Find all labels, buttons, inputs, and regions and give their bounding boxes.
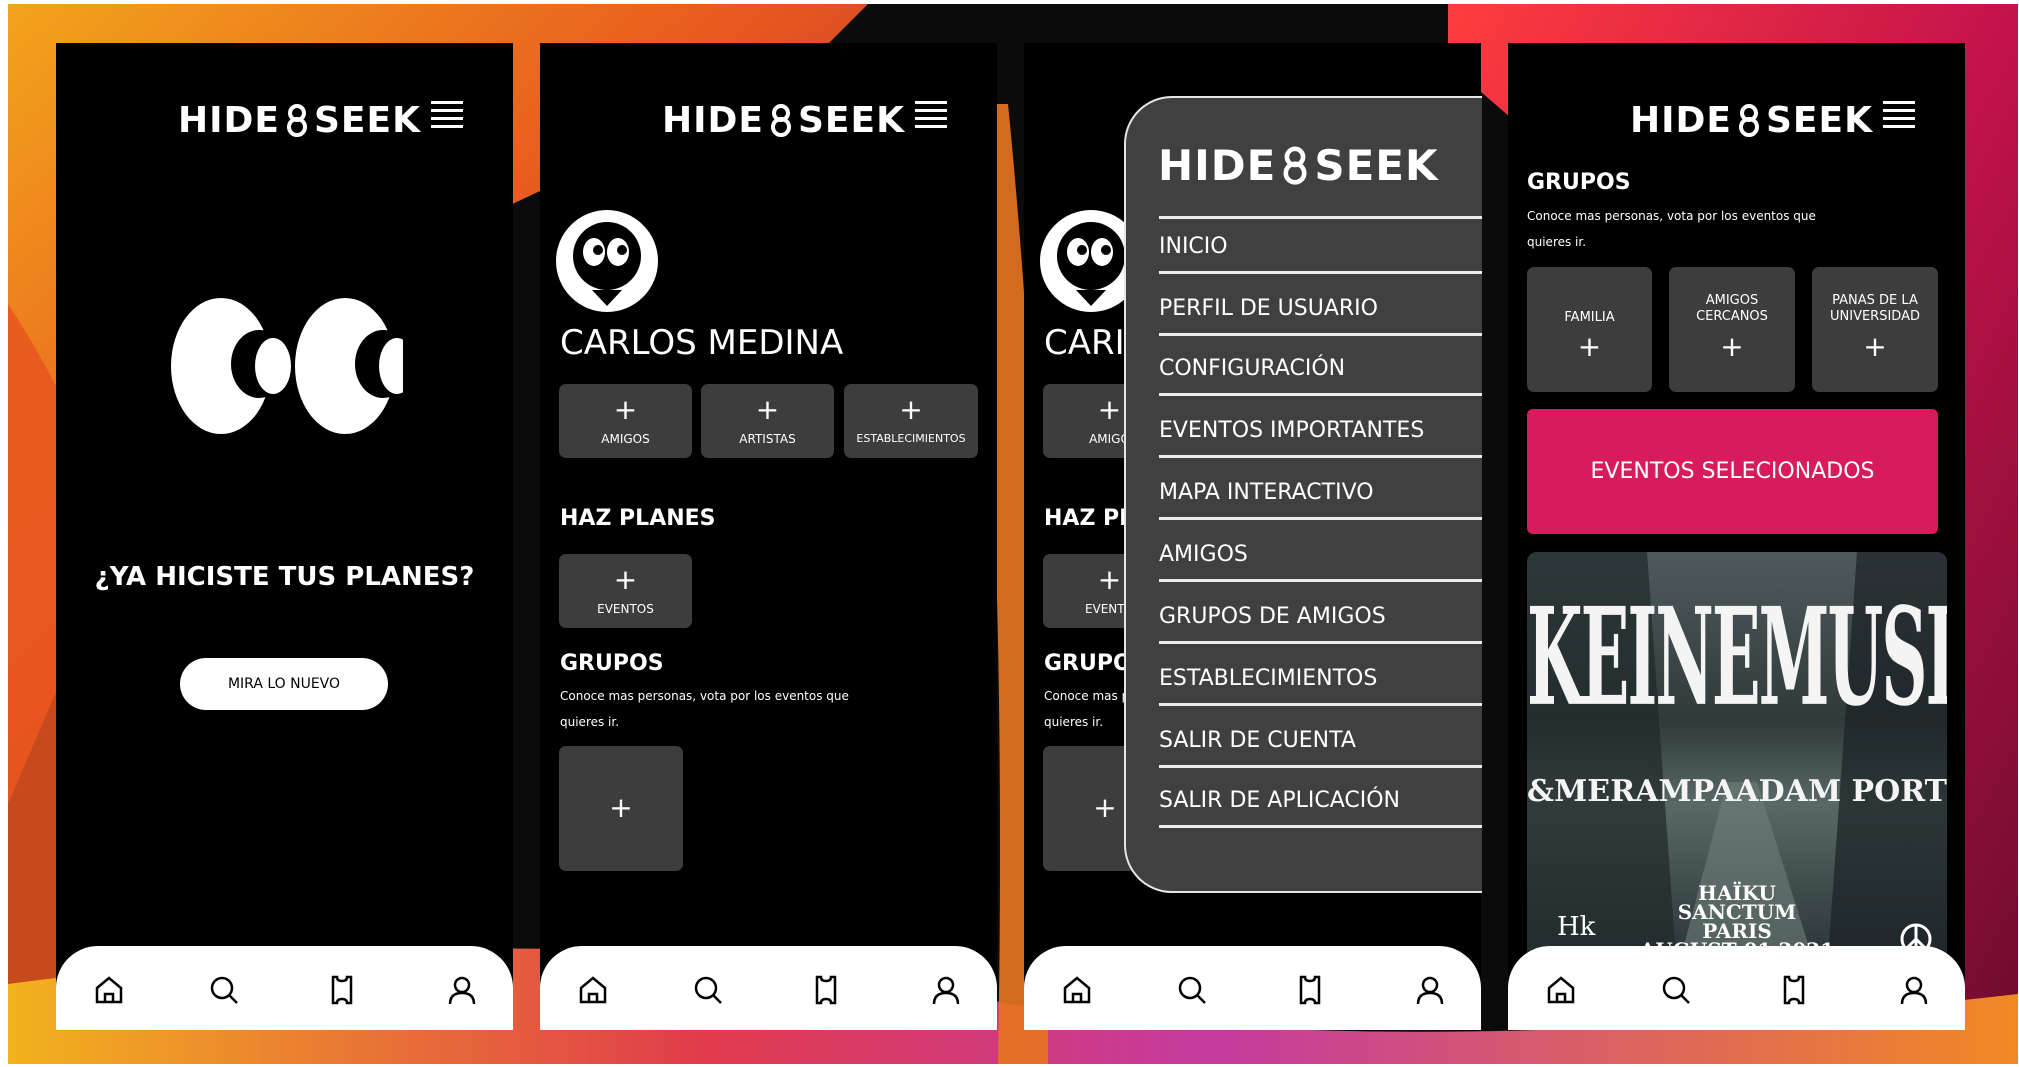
event-poster[interactable]: KEINEMUSIK &ME RAMPA ADAM PORT HAÏKU SAN… bbox=[1527, 552, 1947, 972]
home-icon[interactable] bbox=[1545, 974, 1577, 1006]
selected-events-button[interactable]: EVENTOS SELECIONADOS bbox=[1527, 409, 1938, 534]
see-new-button[interactable]: MIRA LO NUEVO bbox=[180, 658, 388, 710]
hamburger-icon[interactable] bbox=[1883, 101, 1915, 131]
side-menu-drawer: HIDE SEEK INICIO PERFIL DE USUARIO CONFI… bbox=[1124, 96, 1482, 893]
ampersand-logo-icon bbox=[1283, 146, 1307, 185]
groups-title-partial: GRUPO bbox=[1044, 651, 1132, 676]
menu-item-grupos[interactable]: GRUPOS DE AMIGOS bbox=[1159, 604, 1482, 644]
screen-groups: HIDE SEEK GRUPOS Conoce mas personas, vo… bbox=[1508, 43, 1965, 1030]
menu-item-mapa[interactable]: MAPA INTERACTIVO bbox=[1159, 480, 1482, 520]
bottom-nav bbox=[56, 946, 513, 1030]
add-group-button[interactable]: + bbox=[559, 746, 683, 871]
groups-title: GRUPOS bbox=[1527, 170, 1631, 195]
menu-item-amigos[interactable]: AMIGOS bbox=[1159, 542, 1482, 582]
add-artists-button[interactable]: + ARTISTAS bbox=[701, 384, 834, 458]
presentation-canvas: HIDE SEEK ¿YA HICISTE TUS PLANES? MIRA L… bbox=[0, 0, 2019, 1067]
bottom-nav bbox=[1508, 946, 1965, 1030]
user-icon[interactable] bbox=[1898, 974, 1930, 1006]
ampersand-logo-icon bbox=[771, 104, 791, 137]
group-card-familia[interactable]: FAMILIA + bbox=[1527, 267, 1652, 392]
home-icon[interactable] bbox=[1061, 974, 1093, 1006]
ampersand-logo-icon bbox=[287, 104, 307, 137]
menu-item-salir-cuenta[interactable]: SALIR DE CUENTA bbox=[1159, 728, 1482, 768]
menu-item-perfil[interactable]: PERFIL DE USUARIO bbox=[1159, 296, 1482, 336]
add-friends-button[interactable]: + AMIGOS bbox=[559, 384, 692, 458]
profile-name: CARLOS MEDINA bbox=[560, 323, 844, 363]
ticket-icon[interactable] bbox=[326, 974, 358, 1006]
home-icon[interactable] bbox=[577, 974, 609, 1006]
menu-item-configuracion[interactable]: CONFIGURACIÓN bbox=[1159, 356, 1482, 396]
user-icon[interactable] bbox=[446, 974, 478, 1006]
poster-artists: &ME RAMPA ADAM PORT bbox=[1527, 774, 1947, 809]
avatar[interactable] bbox=[556, 210, 658, 312]
screen-welcome: HIDE SEEK ¿YA HICISTE TUS PLANES? MIRA L… bbox=[56, 43, 513, 1030]
app-logo: HIDE SEEK bbox=[662, 99, 906, 141]
user-icon[interactable] bbox=[930, 974, 962, 1006]
groups-description: Conoce mas personas, vota por los evento… bbox=[560, 689, 849, 729]
groups-description: Conoce mas personas, vota por los evento… bbox=[1527, 209, 1816, 249]
profile-name-partial: CARI bbox=[1044, 323, 1125, 363]
add-events-button[interactable]: + EVENTOS bbox=[559, 554, 692, 628]
search-icon[interactable] bbox=[208, 974, 240, 1006]
poster-title: KEINEMUSIK bbox=[1527, 580, 1947, 738]
search-icon[interactable] bbox=[1176, 974, 1208, 1006]
home-icon[interactable] bbox=[93, 974, 125, 1006]
eyes-icon bbox=[171, 298, 403, 434]
groups-title: GRUPOS bbox=[560, 651, 664, 676]
ampersand-logo-icon bbox=[1739, 104, 1759, 137]
bottom-nav bbox=[540, 946, 997, 1030]
search-icon[interactable] bbox=[1660, 974, 1692, 1006]
bottom-nav bbox=[1024, 946, 1481, 1030]
screen-profile: HIDE SEEK CARLOS MEDINA + AMIGOS + ARTIS… bbox=[540, 43, 997, 1030]
welcome-headline: ¿YA HICISTE TUS PLANES? bbox=[94, 562, 475, 592]
plans-title-partial: HAZ PL bbox=[1044, 506, 1134, 531]
hamburger-icon[interactable] bbox=[915, 101, 947, 131]
menu-item-inicio[interactable]: INICIO bbox=[1159, 234, 1482, 274]
menu-logo: HIDE SEEK bbox=[1158, 140, 1439, 190]
ticket-icon[interactable] bbox=[1778, 974, 1810, 1006]
app-logo: HIDE SEEK bbox=[178, 99, 422, 141]
ticket-icon[interactable] bbox=[810, 974, 842, 1006]
group-card-panas-universidad[interactable]: PANAS DE LA UNIVERSIDAD + bbox=[1812, 267, 1938, 392]
user-icon[interactable] bbox=[1414, 974, 1446, 1006]
menu-item-eventos-importantes[interactable]: EVENTOS IMPORTANTES bbox=[1159, 418, 1482, 458]
search-icon[interactable] bbox=[692, 974, 724, 1006]
group-card-amigos-cercanos[interactable]: AMIGOS CERCANOS + bbox=[1669, 267, 1795, 392]
menu-item-salir-app[interactable]: SALIR DE APLICACIÓN bbox=[1159, 788, 1482, 828]
hamburger-icon[interactable] bbox=[431, 101, 463, 131]
app-logo: HIDE SEEK bbox=[1630, 99, 1874, 141]
menu-top-divider bbox=[1159, 216, 1482, 219]
plans-title: HAZ PLANES bbox=[560, 506, 716, 531]
ticket-icon[interactable] bbox=[1294, 974, 1326, 1006]
poster-badge: Hk bbox=[1557, 912, 1596, 942]
add-establishments-button[interactable]: + ESTABLECIMIENTOS bbox=[844, 384, 978, 458]
menu-item-establecimientos[interactable]: ESTABLECIMIENTOS bbox=[1159, 666, 1482, 706]
